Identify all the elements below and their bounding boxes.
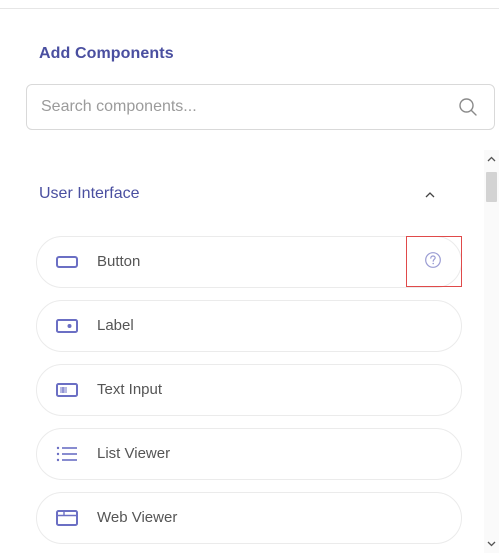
- component-item-label: Web Viewer: [97, 509, 178, 526]
- panel-title: Add Components: [39, 45, 174, 62]
- list-icon: [56, 446, 77, 462]
- component-item-list-viewer[interactable]: List Viewer: [36, 428, 462, 480]
- component-item-button[interactable]: Button: [36, 236, 462, 288]
- scrollbar[interactable]: [484, 150, 499, 553]
- component-item-label: Text Input: [97, 381, 163, 398]
- button-icon: [56, 256, 78, 268]
- scroll-up-icon[interactable]: [484, 150, 499, 168]
- component-item-text-input[interactable]: Text Input: [36, 364, 462, 416]
- web-viewer-icon: [56, 510, 78, 526]
- component-item-label: Label: [97, 317, 134, 334]
- help-highlight: [406, 236, 462, 287]
- chevron-up-icon[interactable]: [423, 188, 437, 202]
- top-divider: [0, 8, 499, 9]
- component-item-label: Button: [97, 253, 141, 270]
- component-item-web-viewer[interactable]: Web Viewer: [36, 492, 462, 544]
- section-title: User Interface: [39, 185, 140, 202]
- help-circle-icon[interactable]: [424, 251, 442, 269]
- scroll-down-icon[interactable]: [484, 535, 499, 553]
- label-icon: [56, 319, 78, 333]
- component-item-label[interactable]: Label: [36, 300, 462, 352]
- component-item-label: List Viewer: [97, 445, 171, 462]
- search-box[interactable]: [26, 84, 495, 130]
- search-icon[interactable]: [458, 97, 478, 117]
- scroll-thumb[interactable]: [486, 172, 497, 202]
- text-input-icon: [56, 383, 78, 397]
- section-header-user-interface[interactable]: User Interface: [39, 180, 459, 210]
- search-input[interactable]: [28, 86, 451, 128]
